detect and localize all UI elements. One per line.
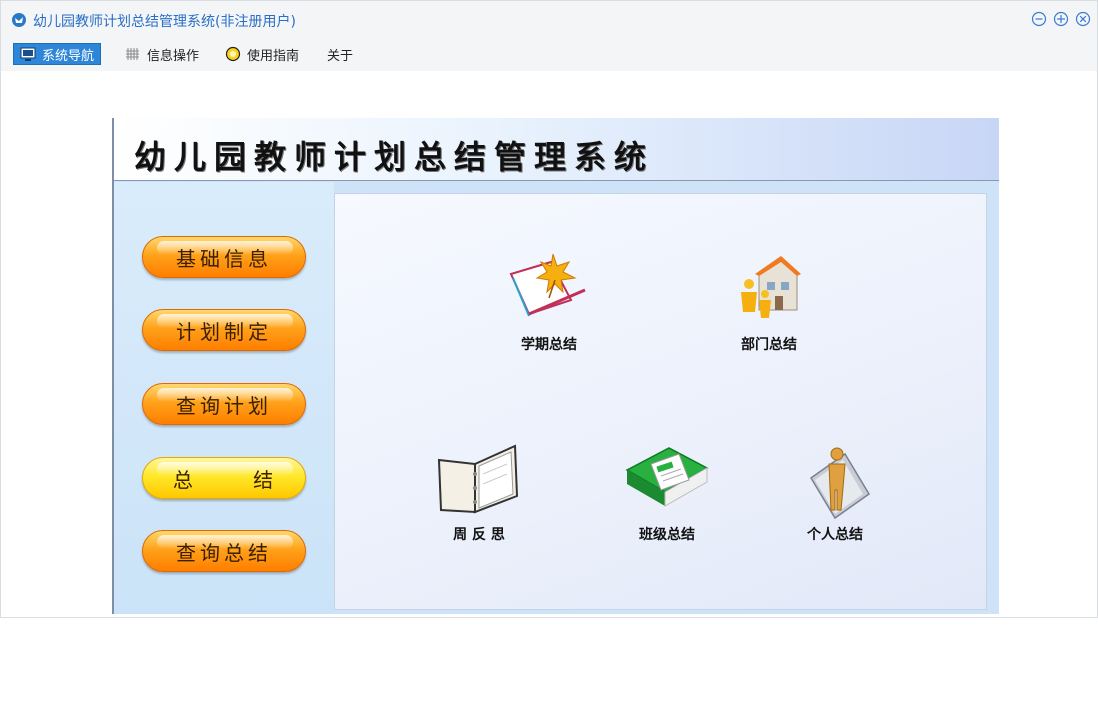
button-label: 总 结 (172, 467, 276, 492)
personal-summary-tile[interactable]: 个人总结 (775, 440, 895, 560)
menu-info-ops[interactable]: 信息操作 (119, 43, 205, 65)
menu-label: 系统导航 (42, 48, 95, 64)
menu-user-guide[interactable]: 使用指南 (219, 43, 305, 65)
tile-label: 学期总结 (521, 337, 577, 353)
semester-summary-tile[interactable]: 学期总结 (489, 250, 609, 370)
person-icon (809, 447, 871, 520)
class-summary-tile[interactable]: 班级总结 (607, 440, 727, 560)
app-logo-icon (12, 13, 26, 27)
tile-label: 个人总结 (807, 527, 863, 543)
title-bar: 幼儿园教师计划总结管理系统(非注册用户) (1, 1, 1097, 39)
bulb-icon (225, 46, 241, 62)
content-area: 幼儿园教师计划总结管理系统 基础信息 计划制定 查询计划 总 结 查询总结 学期… (1, 71, 1097, 617)
minimize-icon[interactable] (1031, 11, 1047, 27)
maple-book-icon (509, 253, 586, 317)
weekly-reflection-tile[interactable]: 周 反 思 (419, 440, 539, 560)
summary-button[interactable]: 总 结 (142, 457, 306, 499)
binder-icon (437, 444, 519, 514)
query-summary-button[interactable]: 查询总结 (142, 530, 306, 572)
menu-label: 信息操作 (147, 48, 200, 64)
menu-about[interactable]: 关于 (321, 43, 359, 65)
app-window: 幼儿园教师计划总结管理系统(非注册用户) 系统导航 信息操作 使用指南 关于 幼… (0, 0, 1098, 618)
window-title: 幼儿园教师计划总结管理系统(非注册用户) (33, 14, 296, 30)
button-label: 基础信息 (176, 246, 272, 271)
menu-system-nav[interactable]: 系统导航 (13, 43, 102, 65)
monitor-icon (20, 47, 36, 61)
button-label: 查询计划 (176, 393, 272, 418)
sidebar: 基础信息 计划制定 查询计划 总 结 查询总结 (114, 182, 334, 614)
tile-label: 部门总结 (741, 337, 797, 353)
basic-info-button[interactable]: 基础信息 (142, 236, 306, 278)
panel-title: 幼儿园教师计划总结管理系统 (134, 138, 655, 176)
department-summary-tile[interactable]: 部门总结 (709, 250, 829, 370)
button-label: 查询总结 (176, 540, 272, 565)
panel-header: 幼儿园教师计划总结管理系统 (114, 118, 999, 181)
tile-label: 班级总结 (639, 527, 695, 543)
menu-label: 使用指南 (247, 48, 300, 64)
building-people-icon (741, 256, 801, 318)
main-panel: 幼儿园教师计划总结管理系统 基础信息 计划制定 查询计划 总 结 查询总结 学期… (112, 118, 999, 614)
button-label: 计划制定 (176, 319, 272, 344)
make-plan-button[interactable]: 计划制定 (142, 309, 306, 351)
grid-icon (126, 48, 139, 60)
green-book-icon (625, 447, 709, 507)
query-plan-button[interactable]: 查询计划 (142, 383, 306, 425)
menu-label: 关于 (327, 48, 354, 64)
tile-label: 周 反 思 (453, 527, 505, 543)
close-icon[interactable] (1075, 11, 1091, 27)
menu-bar: 系统导航 信息操作 使用指南 关于 (1, 39, 1097, 71)
tile-area: 学期总结 部门总结 周 反 思 班级总结 个人总结 (334, 193, 987, 610)
maximize-icon[interactable] (1053, 11, 1069, 27)
